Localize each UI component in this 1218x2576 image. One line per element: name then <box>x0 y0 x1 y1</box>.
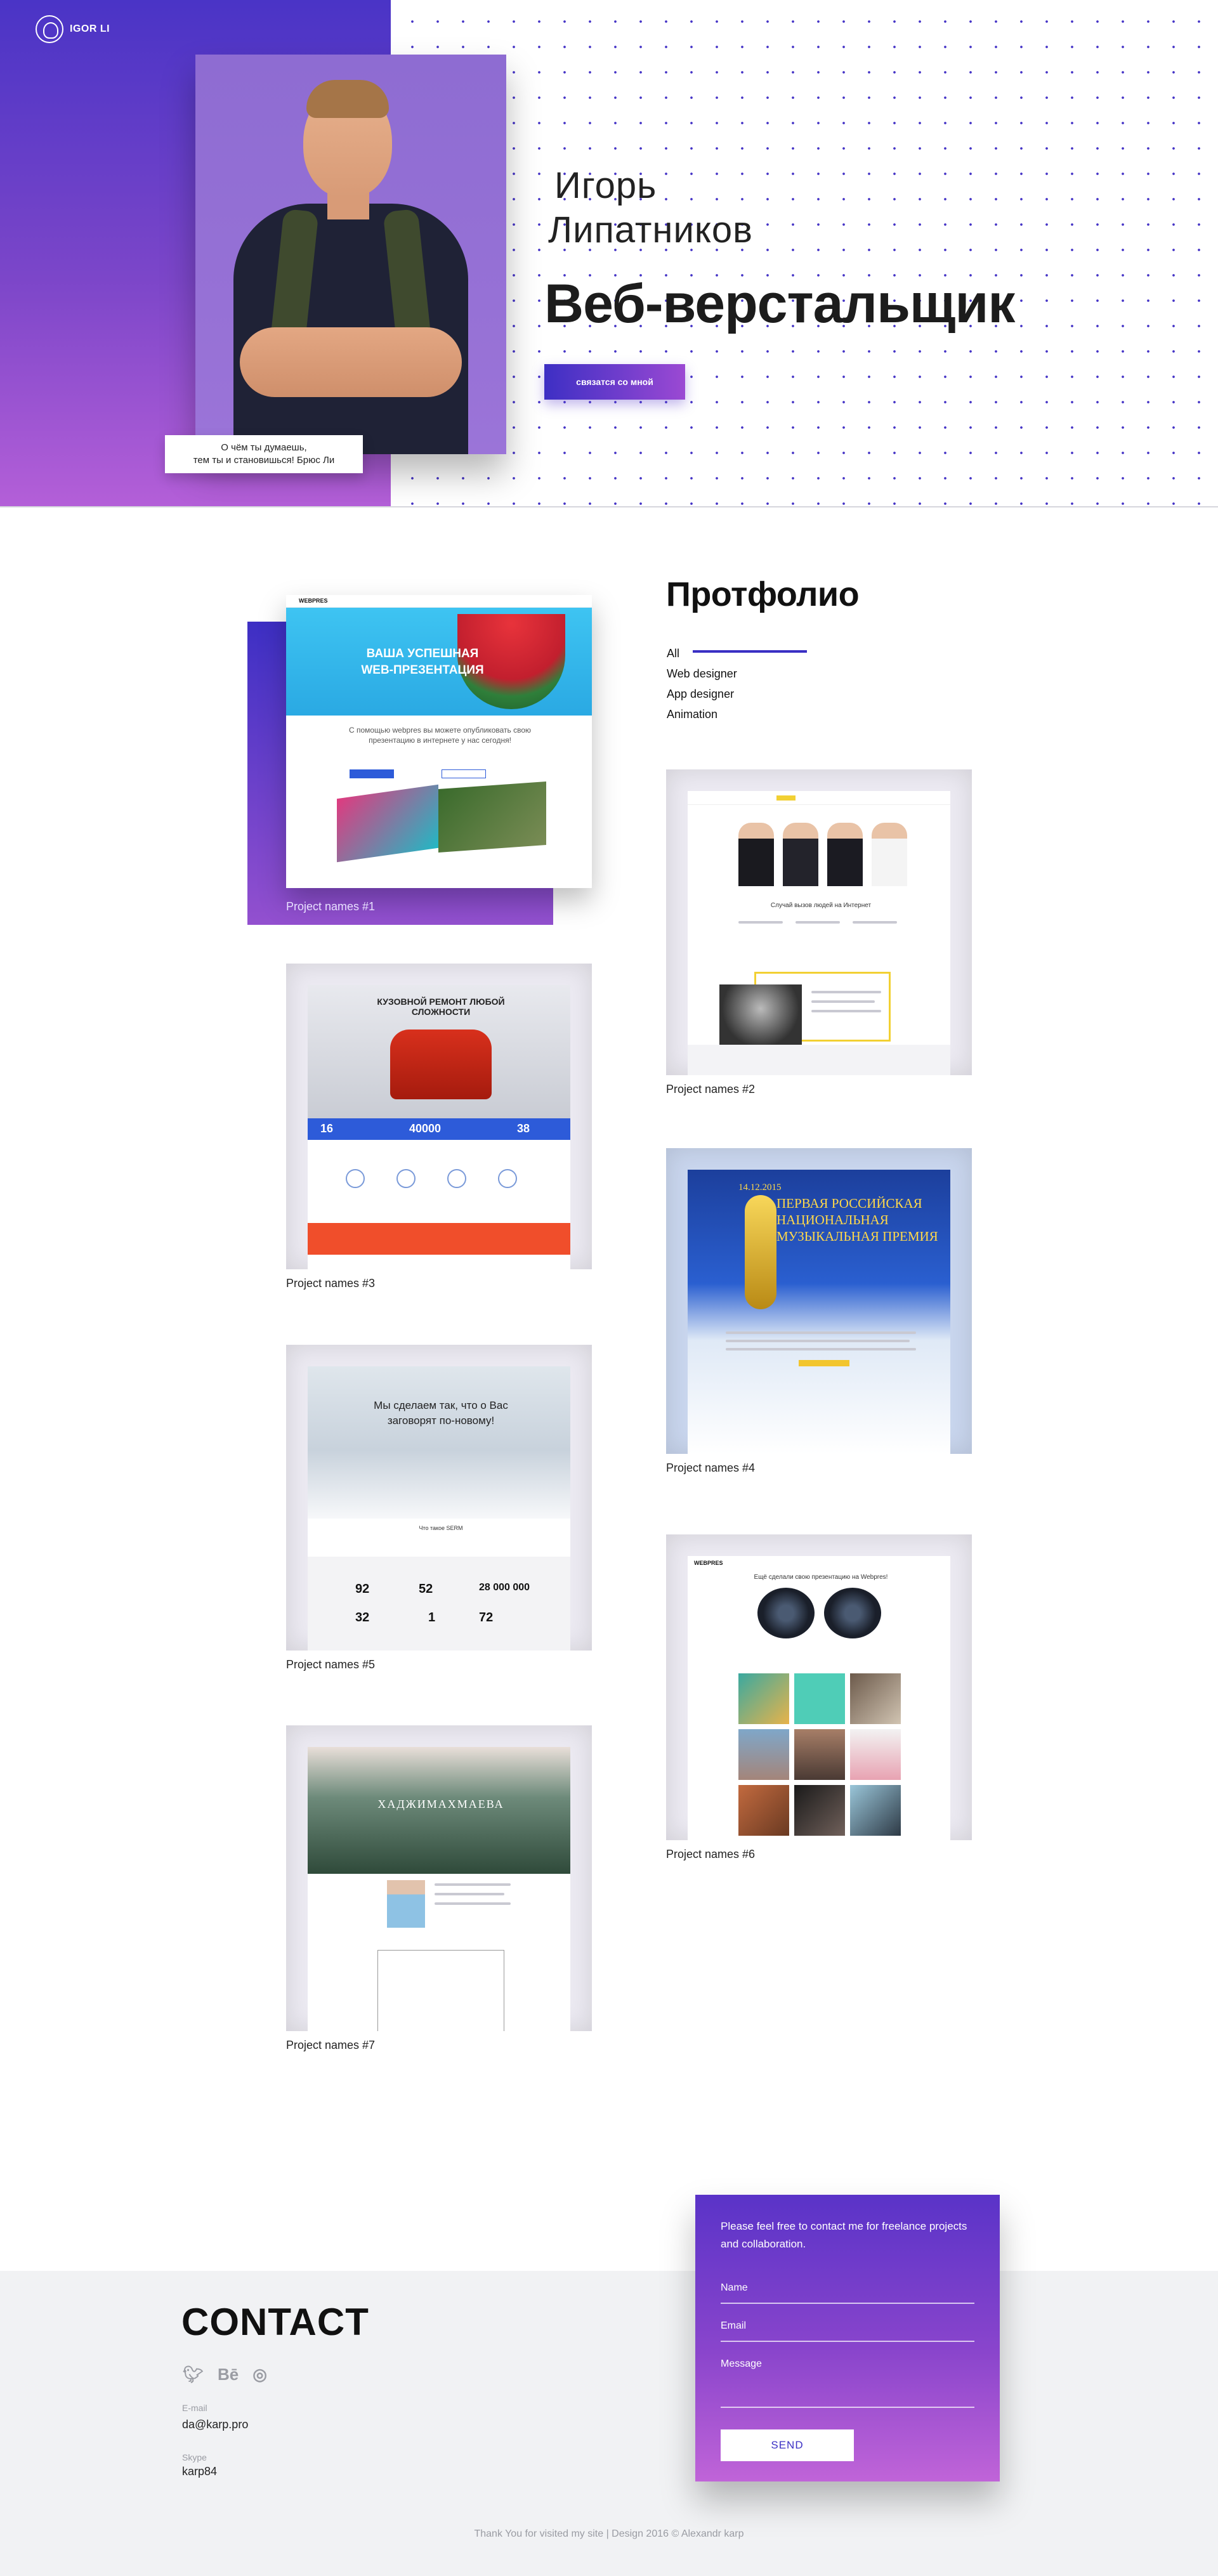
email-value[interactable]: da@karp.pro <box>182 2418 248 2431</box>
person-4-image <box>872 823 907 886</box>
project-5-section: Что такое SERM <box>419 1525 463 1531</box>
hero-dot-pattern <box>391 0 1218 507</box>
form-intro: Please feel free to contact me for freel… <box>721 2220 967 2250</box>
name-line-2: Липатников <box>548 209 753 251</box>
project-card-4[interactable]: 14.12.2015 ПЕРВАЯ РОССИЙСКАЯ НАЦИОНАЛЬНА… <box>666 1148 972 1475</box>
quote-line-1: О чём ты думаешь, <box>221 442 307 453</box>
project-1-thumbnail[interactable]: WEBPRES ВАША УСПЕШНАЯ WEB-ПРЕЗЕНТАЦИЯ С … <box>286 595 592 888</box>
forest-image: ХАДЖИМАХМАЕВА <box>308 1747 570 1874</box>
dribbble-icon[interactable]: ◎ <box>252 2365 267 2384</box>
project-4-thumbnail[interactable]: 14.12.2015 ПЕРВАЯ РОССИЙСКАЯ НАЦИОНАЛЬНА… <box>666 1148 972 1454</box>
message-field[interactable] <box>721 2358 974 2393</box>
project-1-subline: С помощью webpres вы можете опубликовать… <box>348 726 532 745</box>
name-field[interactable] <box>721 2282 974 2294</box>
hero-section: IGOR LI О чём ты думаешь, тем ты и стано… <box>0 0 1218 507</box>
message-field-wrapper <box>721 2358 974 2408</box>
project-5-stats: 92 52 28 000 000 32 1 72 <box>308 1557 570 1651</box>
project-2-caption[interactable]: Project names #2 <box>666 1083 972 1096</box>
project-2-thumbnail[interactable]: Случай вызов людей на Интернет <box>666 769 972 1075</box>
skype-value[interactable]: karp84 <box>182 2465 217 2478</box>
project-card-5[interactable]: Мы сделаем так, что о Вас заговорят по-н… <box>286 1345 592 1671</box>
person-2-image <box>783 823 818 886</box>
project-2-subline: Случай вызов людей на Интернет <box>770 902 872 909</box>
project-card-1[interactable]: WEBPRES ВАША УСПЕШНАЯ WEB-ПРЕЗЕНТАЦИЯ С … <box>286 595 592 888</box>
project-1-logo: WEBPRES <box>299 598 328 604</box>
contact-title: CONTACT <box>181 2301 369 2343</box>
project-6-caption[interactable]: Project names #6 <box>666 1848 972 1861</box>
email-field[interactable] <box>721 2320 974 2332</box>
project-5-caption[interactable]: Project names #5 <box>286 1658 592 1671</box>
project-7-caption[interactable]: Project names #7 <box>286 2039 592 2052</box>
project-1-caption[interactable]: Project names #1 <box>286 900 375 913</box>
red-car-image <box>390 1030 492 1099</box>
project-5-headline: Мы сделаем так, что о Вас заговорят по-н… <box>374 1399 508 1427</box>
filter-animation[interactable]: Animation <box>667 704 737 724</box>
quote-line-2: тем ты и становишься! Брюс Ли <box>193 455 335 466</box>
project-5-thumbnail[interactable]: Мы сделаем так, что о Вас заговорят по-н… <box>286 1345 592 1651</box>
hero-divider <box>0 506 1218 507</box>
project-3-thumbnail[interactable]: КУЗОВНОЙ РЕМОНТ ЛЮБОЙ СЛОЖНОСТИ 16 40000… <box>286 964 592 1269</box>
project-4-date: 14.12.2015 <box>738 1182 782 1193</box>
skype-label: Skype <box>182 2452 207 2462</box>
email-field-wrapper <box>721 2320 974 2342</box>
project-1-headline: ВАША УСПЕШНАЯ WEB-ПРЕЗЕНТАЦИЯ <box>361 647 484 677</box>
profile-photo <box>195 55 506 454</box>
project-6-thumbnail[interactable]: WEBPRES Ещё сделали свою презентацию на … <box>666 1534 972 1840</box>
project-4-caption[interactable]: Project names #4 <box>666 1461 972 1475</box>
project-card-7[interactable]: ХАДЖИМАХМАЕВА Project names #7 <box>286 1725 592 2052</box>
portfolio-title: Протфолио <box>666 575 860 613</box>
project-3-caption[interactable]: Project names #3 <box>286 1277 592 1290</box>
portfolio-filters: All Web designer App designer Animation <box>667 643 737 724</box>
brochure-right <box>438 781 546 853</box>
logo-icon <box>36 15 63 43</box>
trophy-image <box>745 1195 776 1309</box>
footer-text: Thank You for visited my site | Design 2… <box>474 2528 744 2539</box>
quote-box: О чём ты думаешь, тем ты и становишься! … <box>165 435 363 473</box>
crowd-image <box>719 984 802 1045</box>
project-3-headline: КУЗОВНОЙ РЕМОНТ ЛЮБОЙ СЛОЖНОСТИ <box>377 997 505 1017</box>
contact-form: Please feel free to contact me for freel… <box>695 2195 1000 2481</box>
project-7-headline: ХАДЖИМАХМАЕВА <box>377 1798 504 1810</box>
person-name: Игорь Липатников <box>548 164 753 252</box>
twitter-icon[interactable]: 🐦︎ <box>183 2365 204 2384</box>
project-7-thumbnail[interactable]: ХАДЖИМАХМАЕВА <box>286 1725 592 2031</box>
portrait-image <box>387 1880 425 1928</box>
binoculars-left-image <box>757 1588 815 1638</box>
filter-app-designer[interactable]: App designer <box>667 684 737 704</box>
binoculars-right-image <box>824 1588 881 1638</box>
person-1-image <box>738 823 774 886</box>
project-4-headline: ПЕРВАЯ РОССИЙСКАЯ НАЦИОНАЛЬНАЯ МУЗЫКАЛЬН… <box>776 1196 938 1244</box>
project-6-headline: Ещё сделали свою презентацию на Webpres! <box>754 1574 888 1581</box>
filter-web-designer[interactable]: Web designer <box>667 664 737 684</box>
brochure-left <box>337 784 438 863</box>
name-line-1: Игорь <box>554 165 657 206</box>
project-card-2[interactable]: Случай вызов людей на Интернет Project n… <box>666 769 972 1096</box>
person-3-image <box>827 823 863 886</box>
project-6-logo: WEBPRES <box>694 1560 723 1566</box>
behance-icon[interactable]: Bē <box>218 2365 239 2384</box>
name-field-wrapper <box>721 2282 974 2304</box>
social-links: 🐦︎ Bē ◎ <box>183 2365 267 2384</box>
email-label: E-mail <box>182 2403 207 2413</box>
contact-me-button[interactable]: связатся со мной <box>544 364 685 400</box>
job-title: Веб-верстальщик <box>544 273 1015 334</box>
project-3-stats: 16 40000 38 <box>308 1118 570 1140</box>
project-card-6[interactable]: WEBPRES Ещё сделали свою презентацию на … <box>666 1534 972 1861</box>
site-logo[interactable]: IGOR LI <box>36 15 110 43</box>
filter-all[interactable]: All <box>667 643 737 664</box>
project-card-3[interactable]: КУЗОВНОЙ РЕМОНТ ЛЮБОЙ СЛОЖНОСТИ 16 40000… <box>286 964 592 1290</box>
logo-text: IGOR LI <box>70 23 110 34</box>
send-button[interactable]: SEND <box>721 2429 854 2461</box>
